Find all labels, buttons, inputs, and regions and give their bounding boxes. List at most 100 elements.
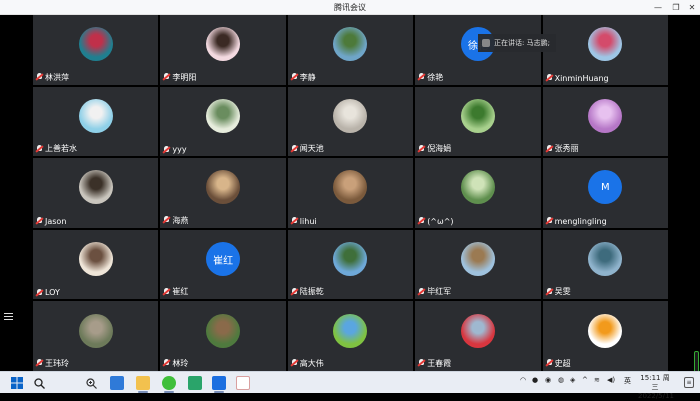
participant-tile[interactable]: Jason: [33, 158, 159, 228]
participant-nametag: 王玮玲: [36, 358, 69, 369]
participant-tile[interactable]: 林玲: [160, 301, 286, 371]
meeting-stage: 林洪萍李明阳李静徐艳徐艳XinminHuang上善若水yyy闻天池倪海娟张秀丽J…: [0, 15, 700, 383]
mic-muted-icon: [418, 359, 425, 367]
participant-nametag: 崔红: [163, 286, 188, 297]
participant-name: (^ω^): [427, 216, 454, 226]
participant-tile[interactable]: 倪海娟: [415, 86, 541, 157]
participant-nametag: 张秀丽: [546, 143, 579, 154]
store-icon[interactable]: [110, 376, 124, 390]
system-clock[interactable]: 15:11 周三 2022/5/11: [638, 374, 674, 401]
participant-tile[interactable]: 史超: [542, 301, 668, 371]
taskbar: ◠ ● ◉ ◍ ◈ ^ ≋ ◀) 英 15:11 周三 2022/5/11 ≡: [0, 371, 700, 400]
participant-avatar: [206, 98, 241, 133]
mic-muted-icon: [36, 73, 43, 81]
participant-tile[interactable]: lihui: [287, 158, 414, 228]
participant-tile[interactable]: XinminHuang: [542, 15, 668, 85]
mic-muted-icon: [546, 74, 553, 82]
participant-tile[interactable]: LOY: [33, 229, 159, 300]
participant-tile[interactable]: 陆振乾: [287, 229, 414, 300]
participant-nametag: lihui: [291, 217, 317, 226]
mic-muted-icon: [36, 288, 43, 297]
mic-muted-icon: [546, 217, 553, 225]
mic-muted-icon: [163, 73, 170, 81]
participant-tile[interactable]: 海燕: [160, 158, 286, 228]
member-list-icon[interactable]: [4, 311, 13, 320]
participant-name: 海燕: [172, 215, 189, 225]
participant-nametag: 林玲: [163, 358, 188, 369]
participant-nametag: Jason: [36, 217, 66, 226]
tray-volume-icon[interactable]: ◀): [607, 376, 615, 384]
mic-muted-icon: [163, 145, 170, 154]
avatar-initials: M: [600, 181, 610, 193]
tray-qq-icon[interactable]: ◉: [545, 376, 551, 384]
participant-name: 毕红军: [427, 287, 452, 297]
participant-tile[interactable]: 李静: [287, 15, 414, 85]
participant-tile[interactable]: 李明阳: [160, 15, 286, 85]
participant-avatar: [78, 313, 113, 348]
participant-name: 倪海娟: [427, 144, 452, 154]
participant-name: XinminHuang: [554, 73, 609, 83]
participant-tile[interactable]: 闻天池: [287, 86, 414, 157]
participant-avatar: [333, 27, 368, 62]
participant-tile[interactable]: yyy: [160, 86, 286, 157]
tray-network-icon[interactable]: ◠: [520, 376, 526, 384]
participant-tile[interactable]: 王玮玲: [33, 301, 159, 371]
participant-nametag: 闻天池: [291, 143, 324, 154]
mic-muted-icon: [418, 144, 425, 153]
participant-avatar: [206, 27, 241, 62]
magnifier-icon[interactable]: [84, 376, 98, 390]
participant-name: 陆振乾: [299, 287, 324, 297]
participant-nametag: 王春霞: [418, 358, 451, 369]
minimize-button[interactable]: —: [650, 1, 666, 14]
speaker-icon: [482, 39, 490, 47]
meeting-icon[interactable]: [188, 376, 202, 390]
speaking-indicator: 正在讲话: 马志鹏;: [478, 34, 556, 52]
tray-app2-icon[interactable]: ◈: [570, 376, 575, 384]
participant-tile[interactable]: Mmenglingling: [542, 158, 668, 228]
tray-wifi-icon[interactable]: ≋: [594, 376, 600, 384]
participant-avatar: [588, 98, 623, 133]
mic-muted-icon: [291, 73, 298, 81]
wechat-icon[interactable]: [162, 376, 176, 390]
participant-grid: 林洪萍李明阳李静徐艳徐艳XinminHuang上善若水yyy闻天池倪海娟张秀丽J…: [33, 15, 668, 371]
tray-app-icon[interactable]: ◍: [558, 376, 564, 384]
windows-start-icon[interactable]: [10, 376, 24, 390]
participant-nametag: 毕红军: [418, 286, 451, 297]
mic-muted-icon: [291, 287, 298, 296]
participant-tile[interactable]: 吴雯: [542, 229, 668, 300]
ime-indicator[interactable]: 英: [624, 376, 631, 386]
mic-muted-icon: [36, 144, 43, 153]
participant-tile[interactable]: 王春霞: [415, 301, 541, 371]
participant-tile[interactable]: 崔红 崔红: [160, 229, 286, 300]
participant-name: 崔红: [172, 287, 189, 297]
mic-muted-icon: [36, 359, 43, 367]
tencent-meeting-icon[interactable]: [212, 376, 226, 390]
participant-nametag: 陆振乾: [291, 286, 324, 297]
participant-tile[interactable]: 高大伟: [287, 301, 414, 371]
mic-muted-icon: [163, 216, 170, 224]
mic-muted-icon: [546, 359, 553, 367]
participant-tile[interactable]: 上善若水: [33, 86, 159, 157]
participant-nametag: 高大伟: [291, 358, 324, 369]
avatar-initials: 崔红: [213, 255, 234, 267]
participant-name: 史超: [554, 358, 571, 368]
participant-tile[interactable]: 毕红军: [415, 229, 541, 300]
tray-wechat-icon[interactable]: ●: [532, 376, 538, 384]
search-icon[interactable]: [32, 376, 46, 390]
participant-tile[interactable]: (^ω^): [415, 158, 541, 228]
tray-chevron-icon[interactable]: ^: [582, 376, 588, 384]
file-explorer-icon[interactable]: [136, 376, 150, 390]
participant-avatar: M: [588, 170, 623, 205]
mic-muted-icon: [291, 359, 298, 367]
notification-icon[interactable]: ≡: [684, 377, 694, 388]
close-button[interactable]: ✕: [684, 1, 700, 14]
clock-date: 2022/5/11: [638, 392, 674, 400]
participant-name: 林洪萍: [45, 72, 69, 82]
participant-tile[interactable]: 林洪萍: [33, 15, 159, 85]
restore-button[interactable]: ❐: [668, 1, 684, 14]
participant-tile[interactable]: 张秀丽: [542, 86, 668, 157]
participant-name: 张秀丽: [554, 144, 579, 154]
participant-nametag: 史超: [546, 358, 571, 369]
paint-icon[interactable]: [236, 376, 250, 390]
participant-name: menglingling: [554, 216, 607, 226]
